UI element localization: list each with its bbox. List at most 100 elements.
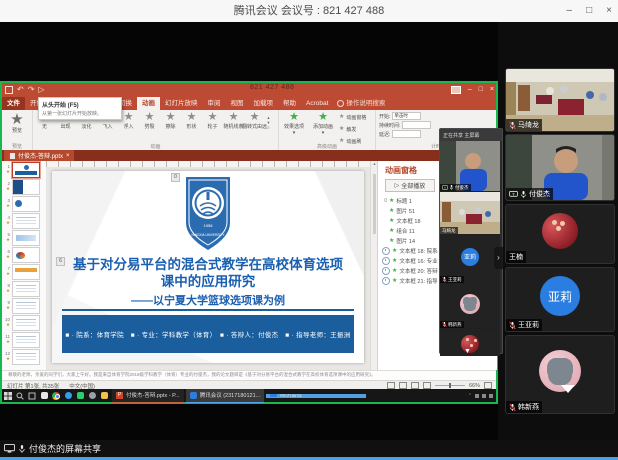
scroll-down-icon[interactable]: ▼ xyxy=(464,348,471,355)
doc-tab-close-icon[interactable]: × xyxy=(66,153,70,159)
fit-slide-icon[interactable] xyxy=(484,382,492,389)
animation-order-badge[interactable]: 0 xyxy=(171,173,180,182)
chrome-app-icon[interactable] xyxy=(50,389,62,402)
explorer-app-icon[interactable] xyxy=(98,389,110,402)
slide-subtitle[interactable]: ——以宁夏大学篮球选项课为例 xyxy=(52,292,364,308)
slide-1-editing-area[interactable]: 0 6 1958 NINGXIA UNIVERSITY xyxy=(52,171,364,363)
duration-input[interactable] xyxy=(402,121,431,129)
reading-view-icon[interactable] xyxy=(411,382,419,389)
slideshow-view-icon[interactable] xyxy=(423,382,431,389)
tab-animations[interactable]: 动画 xyxy=(137,97,160,110)
redo-icon[interactable]: ↷ xyxy=(28,85,35,94)
slide-thumb-8[interactable]: 8★ xyxy=(2,280,46,297)
system-tray[interactable]: ⌃ xyxy=(468,393,493,399)
anim-effect-randombars[interactable]: ★随机线条 xyxy=(223,112,244,138)
overlay-avatar-wangyali[interactable]: 亚莉 王亚莉 xyxy=(440,235,500,284)
anim-effect-shape[interactable]: ★形状 xyxy=(181,112,202,138)
taskbar-search-icon[interactable] xyxy=(14,389,26,402)
slide-thumb-4[interactable]: 4★ xyxy=(2,212,46,229)
maximize-icon[interactable]: □ xyxy=(586,0,592,22)
tab-help[interactable]: 帮助 xyxy=(278,97,301,110)
timing-start[interactable]: 开始: 单击时 xyxy=(379,112,493,120)
slide-thumb-10[interactable]: 10★ xyxy=(2,314,46,331)
participant-name: 韩新燕 xyxy=(518,402,539,412)
zoom-slider[interactable] xyxy=(435,385,465,386)
meeting-floating-panel[interactable]: 正在共享 主屏幕 付俊杰 xyxy=(439,128,503,354)
slide-thumb-7[interactable]: 7★ xyxy=(2,263,46,280)
slide-thumbnail-panel[interactable]: 1★ 2★ 3★ 4★ 5★ 6★ 7★ 8★ 9★ 10★ 11★ 12★ xyxy=(2,161,47,370)
slide-info-bar[interactable]: ■ · 院系：体育学院 ■ · 专业：学科教学（体育） ■ · 答辩人：付俊杰 … xyxy=(62,315,354,353)
slide-thumb-3[interactable]: 3★ xyxy=(2,195,46,212)
wechat-app-icon[interactable] xyxy=(74,389,86,402)
participant-tile-wangyali[interactable]: 亚莉 王亚莉 xyxy=(505,267,615,332)
slide-thumb-6[interactable]: 6★ xyxy=(2,246,46,263)
start-button[interactable] xyxy=(2,389,14,402)
mic-muted-icon xyxy=(442,321,447,328)
slide-thumb-2[interactable]: 2★ xyxy=(2,178,46,195)
slide-thumb-12[interactable]: 12★ xyxy=(2,348,46,365)
floating-panel-header[interactable]: 正在共享 主屏幕 xyxy=(440,129,502,141)
zoom-level[interactable]: 66% xyxy=(469,383,480,389)
slide-thumb-1[interactable]: 1★ xyxy=(2,161,46,178)
tab-slideshow[interactable]: 幻灯片放映 xyxy=(160,97,203,110)
normal-view-icon[interactable] xyxy=(387,382,395,389)
slide-thumb-9[interactable]: 9★ xyxy=(2,297,46,314)
tab-acrobat[interactable]: Acrobat xyxy=(301,97,333,110)
taskbar-window-meeting[interactable]: 腾讯会议 (2317180121... xyxy=(186,389,265,403)
participant-tile-fujunjie[interactable]: 付俊杰 xyxy=(505,134,615,201)
slide-thumb-5[interactable]: 5★ xyxy=(2,229,46,246)
start-dropdown[interactable]: 单击时 xyxy=(392,112,421,120)
slide-title-line1[interactable]: 基于对分易平台的混合式教学在高校体育选项 xyxy=(52,257,364,273)
preview-button[interactable]: ★ 预览 xyxy=(2,110,32,134)
ppt-quick-access-toolbar: ↶ ↷ ▷ xyxy=(5,83,45,96)
anim-effect-wipe[interactable]: ★擦除 xyxy=(160,112,181,138)
mail-app-icon[interactable] xyxy=(38,389,50,402)
powerpoint-icon: P xyxy=(116,392,123,399)
tray-expand-icon[interactable]: ⌃ xyxy=(468,393,472,399)
tray-icon[interactable] xyxy=(482,394,486,398)
tab-view[interactable]: 视图 xyxy=(226,97,249,110)
ppt-window-controls: – □ × xyxy=(451,83,494,96)
ppt-close-icon[interactable]: × xyxy=(490,86,494,93)
tab-addins[interactable]: 加载项 xyxy=(249,97,279,110)
panel-expand-handle[interactable]: › xyxy=(494,247,503,269)
ppt-minimize-icon[interactable]: – xyxy=(468,86,472,93)
tab-file[interactable]: 文件 xyxy=(2,97,25,110)
tray-icon[interactable] xyxy=(489,394,493,398)
taskbar-window-meeting-2[interactable]: 腾讯会议 xyxy=(266,394,366,398)
anim-effect-split[interactable]: ★劈裂 xyxy=(139,112,160,138)
scroll-down-button[interactable] xyxy=(561,393,575,411)
participant-tile-wangnan[interactable]: 王楠 xyxy=(505,204,615,264)
participant-tile-maqilong[interactable]: 马绮龙 xyxy=(505,68,615,132)
save-icon[interactable] xyxy=(5,86,13,94)
slide-sorter-icon[interactable] xyxy=(399,382,407,389)
anim-effect-zoom[interactable]: ★翻转式由远 xyxy=(244,112,265,138)
tray-icon[interactable] xyxy=(475,394,479,398)
play-all-button[interactable]: ▷ 全部播放 xyxy=(385,179,435,192)
overlay-avatar-wangnan[interactable]: ▼ xyxy=(440,329,500,356)
slide-thumb-11[interactable]: 11★ xyxy=(2,331,46,348)
slideshow-icon[interactable]: ▷ xyxy=(38,85,44,94)
anim-effect-wheel[interactable]: ★轮子 xyxy=(202,112,223,138)
tab-review[interactable]: 审阅 xyxy=(203,97,226,110)
edge-app-icon[interactable] xyxy=(62,389,74,402)
task-view-icon[interactable] xyxy=(26,389,38,402)
ppt-maximize-icon[interactable]: □ xyxy=(479,86,483,93)
slide-title-line2[interactable]: 课中的应用研究 xyxy=(52,274,364,290)
taskbar-window-powerpoint[interactable]: P 付俊杰-答辩.pptx - P... xyxy=(112,389,184,403)
overlay-video-maqilong[interactable]: 马绮龙 xyxy=(440,192,500,235)
overlay-avatar-hanxinyan[interactable]: 韩新燕 xyxy=(440,284,500,329)
trigger-button[interactable]: ★触发 xyxy=(339,124,366,135)
animation-pane-button[interactable]: ★动画窗格 xyxy=(339,112,366,123)
close-icon[interactable]: × xyxy=(606,0,612,22)
delay-input[interactable] xyxy=(392,130,421,138)
document-tab[interactable]: 付俊杰-答辩.pptx × xyxy=(4,150,74,161)
tell-me-search[interactable]: 操作说明搜索 xyxy=(333,97,389,110)
gallery-scrollbar[interactable]: ▲▼≡ xyxy=(265,112,272,138)
participant-tile-hanxinyan[interactable]: 韩新燕 xyxy=(505,335,615,414)
settings-app-icon[interactable] xyxy=(86,389,98,402)
minimize-icon[interactable]: – xyxy=(567,0,573,22)
windows-taskbar: P 付俊杰-答辩.pptx - P... 腾讯会议 (2317180121...… xyxy=(2,389,496,402)
undo-icon[interactable]: ↶ xyxy=(17,85,24,94)
overlay-video-fujunjie[interactable]: 付俊杰 xyxy=(440,141,500,192)
